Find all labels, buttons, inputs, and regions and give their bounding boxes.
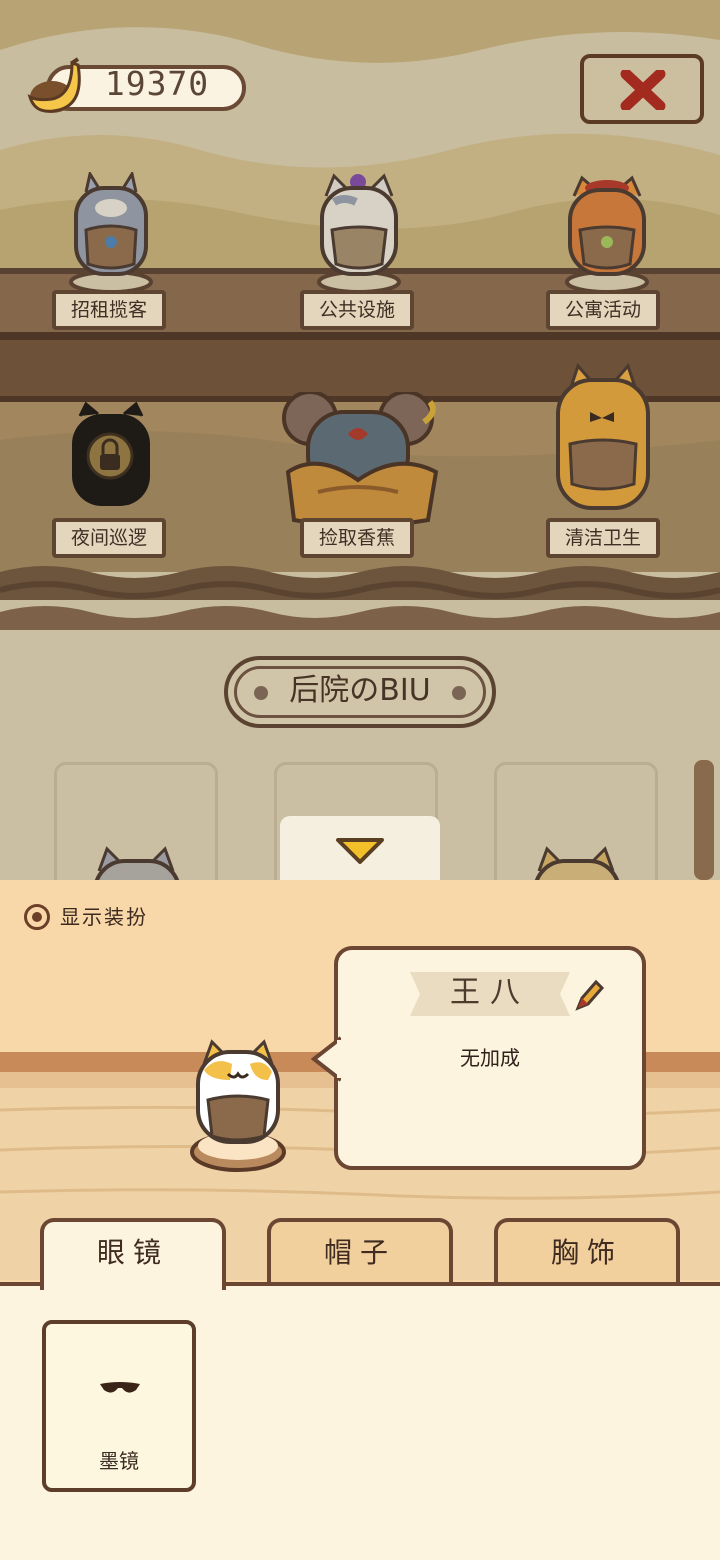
cat-rabbit-character[interactable]	[56, 172, 166, 292]
cat-name-ribbon[interactable]: 王八	[410, 970, 570, 1018]
bonus-text: 无加成	[460, 1046, 520, 1070]
job-plaque-banana[interactable]: 捡取香蕉	[300, 518, 414, 558]
locked-silhouette[interactable]	[56, 400, 166, 520]
radio-icon	[24, 904, 50, 930]
job-plaque-facilities[interactable]: 公共设施	[300, 290, 414, 330]
bubble-tail	[311, 1036, 341, 1082]
cat-orange-bowtie-character[interactable]	[548, 360, 658, 520]
sunglasses-icon	[100, 1382, 140, 1393]
cat-name: 王八	[450, 975, 530, 1010]
cat-thumb-icon	[534, 846, 620, 880]
accessory-label: 墨镜	[99, 1449, 139, 1473]
close-button[interactable]	[580, 54, 704, 124]
dress-up-panel: 显示装扮 王八 无加成 眼镜 帽子 胸饰 墨镜	[0, 880, 720, 1560]
tab-glasses[interactable]: 眼镜	[40, 1218, 226, 1290]
cat-card-3[interactable]	[494, 762, 658, 880]
job-plaque-patrol[interactable]: 夜间巡逻	[52, 518, 166, 558]
section-title-text: 后院のBIU	[289, 673, 431, 708]
backyard-scene: 19370 招租揽客 公共设施 公寓活动 夜间巡逻 捡取香蕉 清洁卫生 后院のB…	[0, 0, 720, 880]
accessory-item[interactable]: 墨镜	[42, 1320, 196, 1492]
cat-grey-character[interactable]	[304, 172, 414, 292]
cat-tiger-character[interactable]	[552, 172, 662, 292]
cat-thumb-icon	[94, 846, 180, 880]
job-plaque-recruit[interactable]: 招租揽客	[52, 290, 166, 330]
job-plaque-cleaning[interactable]: 清洁卫生	[546, 518, 660, 558]
mouse-banana-pile[interactable]	[278, 392, 448, 532]
cat-info-bubble: 王八 无加成	[311, 946, 646, 1170]
collapse-panel-button[interactable]	[280, 816, 440, 880]
tab-brooch[interactable]: 胸饰	[494, 1218, 680, 1284]
close-icon	[620, 70, 666, 110]
chevron-down-icon	[336, 838, 384, 864]
section-title-backyard: 后院のBIU	[224, 656, 496, 728]
show-outfit-label: 显示装扮	[60, 905, 148, 929]
accessory-grid: 墨镜	[0, 1282, 720, 1560]
tab-hats[interactable]: 帽子	[267, 1218, 453, 1284]
banana-counter: 19370	[22, 57, 250, 119]
selected-cat-character[interactable]	[180, 1036, 300, 1178]
job-plaque-activities[interactable]: 公寓活动	[546, 290, 660, 330]
pencil-icon[interactable]	[574, 978, 604, 1012]
banana-amount: 19370	[104, 64, 210, 103]
cat-card-1[interactable]	[54, 762, 218, 880]
